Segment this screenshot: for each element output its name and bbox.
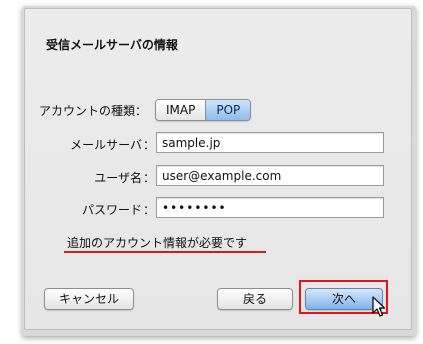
dialog-title: 受信メールサーバの情報 [46, 38, 178, 52]
back-button[interactable]: 戻る [217, 288, 293, 310]
username-label: ユーザ名 [94, 171, 142, 185]
pop-segment[interactable]: POP [205, 100, 251, 120]
username-colon: ： [143, 171, 156, 185]
account-type-label: アカウントの種類： [38, 104, 147, 118]
notice-underline [64, 251, 266, 253]
account-type-segmented-control: IMAP POP [155, 99, 252, 121]
mail-server-colon: ： [143, 138, 156, 152]
password-field[interactable]: •••••••• [156, 197, 384, 218]
cancel-button[interactable]: キャンセル [44, 288, 134, 310]
mail-server-label: メールサーバ [70, 138, 142, 152]
additional-info-notice: 追加のアカウント情報が必要です [67, 236, 248, 250]
mouse-pointer-icon [372, 296, 386, 317]
imap-segment[interactable]: IMAP [156, 100, 206, 120]
password-label: パスワード [81, 203, 142, 217]
username-field[interactable]: user@example.com [156, 165, 384, 186]
password-colon: ： [143, 203, 156, 217]
mail-server-field[interactable]: sample.jp [156, 132, 384, 153]
